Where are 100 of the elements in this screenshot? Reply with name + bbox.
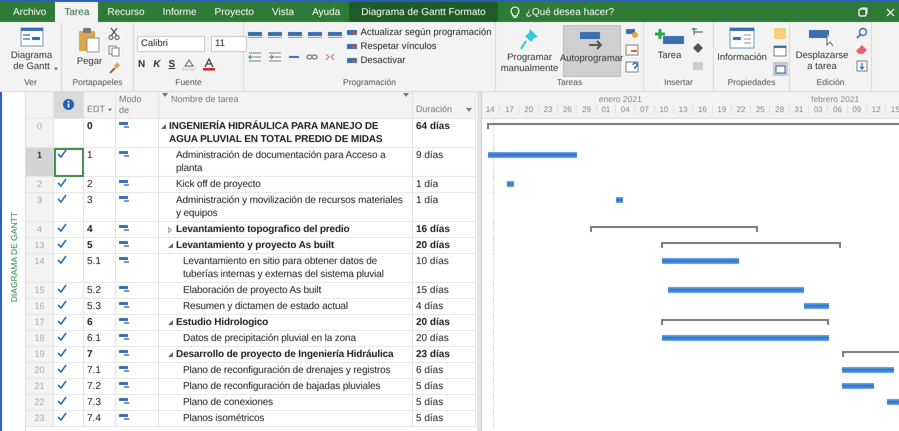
task-name: Kick off de proyecto	[176, 178, 261, 191]
duration-cell: 20 días	[413, 238, 476, 254]
scroll-to-task-button[interactable]: Desplazarse a tarea	[793, 25, 851, 74]
menu-tab[interactable]: Recurso	[98, 2, 154, 22]
menu-tab[interactable]: Tarea	[55, 2, 98, 22]
timeline-icon[interactable]	[772, 62, 788, 76]
percent-complete-icon[interactable]	[328, 31, 342, 40]
insert-task-button[interactable]: Tarea	[652, 25, 686, 63]
collapse-triangle-icon[interactable]	[168, 352, 173, 357]
schedule-action-button[interactable]: Desactivar	[360, 55, 406, 66]
filter-caret-icon[interactable]	[466, 108, 472, 112]
menu-tab[interactable]: Archivo	[4, 2, 56, 22]
collapse-triangle-icon[interactable]	[168, 320, 173, 325]
menu-tab[interactable]: Ayuda	[303, 2, 350, 22]
task-name: Resumen y dictamen de estado actual	[183, 300, 348, 313]
day-label: 07	[635, 105, 655, 114]
collapse-triangle-icon[interactable]	[168, 243, 173, 248]
day-label: 12	[866, 105, 886, 114]
duration-cell: 9 días	[413, 148, 476, 177]
menu-tab[interactable]: Vista	[263, 2, 304, 22]
outdent-icon[interactable]	[248, 52, 262, 62]
schedule-action-button[interactable]: Respetar vínculos	[360, 41, 437, 52]
day-label: 17	[500, 105, 520, 114]
schedule-action-icon	[346, 28, 358, 38]
scroll-to-task-icon	[808, 27, 836, 47]
menu-tab[interactable]: Proyecto	[206, 2, 263, 22]
indent-icon[interactable]	[268, 52, 282, 62]
row-number[interactable]: 1	[26, 148, 54, 177]
schedule-mode-button[interactable]: Programar manualmente	[500, 25, 558, 77]
task-name: Estudio Hidrologico	[176, 316, 268, 329]
task-name: Elaboración de proyecto As built	[183, 284, 322, 297]
eraser-icon[interactable]	[855, 44, 868, 55]
wbs-cell: 1	[84, 148, 116, 177]
column-header: Nombre de tarea	[171, 93, 239, 106]
auto-schedule-icon	[578, 29, 604, 51]
day-label: 19	[712, 105, 732, 114]
header-cell[interactable]: Duración	[413, 92, 476, 119]
filter-caret-icon[interactable]	[108, 108, 112, 112]
day-label: 01	[596, 105, 616, 114]
gantt-view-button[interactable]: Diagrama de Gantt	[3, 25, 60, 74]
column-header: Modo de	[119, 94, 141, 116]
search-icon[interactable]	[856, 27, 868, 39]
schedule-action-button[interactable]: Actualizar según programación	[360, 27, 492, 38]
bold-button[interactable]: N	[137, 58, 146, 70]
percent-complete-icon[interactable]	[288, 31, 302, 40]
group-label: Fuente	[174, 77, 203, 89]
schedule-action-icon	[346, 56, 358, 66]
auto-schedule-icon	[119, 196, 130, 203]
auto-schedule-icon	[119, 225, 130, 232]
duration-cell: 20 días	[413, 331, 476, 347]
tell-me-field[interactable]: ¿Qué desea hacer?	[524, 2, 638, 22]
header-cell[interactable]: EDT	[84, 92, 116, 119]
percent-complete-icon[interactable]	[248, 31, 262, 40]
font-size-field[interactable]: 11	[211, 36, 247, 52]
menu-tab[interactable]: Diagrama de Gantt Formato	[349, 2, 498, 22]
duration-cell: 1 día	[413, 193, 476, 222]
group-label: Portapapeles	[71, 77, 124, 89]
restore-icon[interactable]	[858, 7, 868, 17]
underline-button[interactable]: S	[167, 58, 176, 70]
collapse-triangle-icon[interactable]	[161, 124, 166, 129]
wbs-cell: 6.1	[84, 331, 116, 347]
brush-icon[interactable]	[108, 62, 120, 74]
wbs-cell: 7.3	[84, 395, 116, 411]
cut-icon[interactable]	[108, 27, 120, 40]
duration-cell: 20 días	[413, 315, 476, 331]
task-name: Levantamiento y proyecto As built	[176, 239, 334, 252]
font-color-icon[interactable]	[202, 58, 216, 70]
day-label: 25	[751, 105, 770, 114]
duration-cell: 4 días	[413, 299, 476, 315]
wbs-cell: 7.2	[84, 379, 116, 395]
auto-schedule-icon	[119, 318, 130, 325]
close-icon[interactable]	[886, 8, 895, 16]
wbs-cell: 5.2	[84, 283, 116, 299]
percent-complete-icon[interactable]	[268, 31, 282, 40]
duration-cell: 15 días	[413, 283, 476, 299]
pin-icon	[520, 28, 540, 50]
task-name: Administración y movilización de recursos materiales y equipos	[176, 194, 404, 220]
header-cell[interactable]: Nombre de tarea	[159, 92, 413, 119]
fill-down-icon[interactable]	[856, 60, 868, 72]
wbs-cell: 6	[84, 315, 116, 331]
paste-button[interactable]: Pegar	[74, 25, 104, 69]
day-label: 29	[577, 105, 597, 114]
italic-button[interactable]: K	[152, 58, 162, 70]
menu-tab[interactable]: Informe	[154, 2, 206, 22]
column-header: Duración	[416, 103, 452, 116]
header-cell[interactable]: Modo de	[116, 92, 159, 119]
gantt-chart-icon	[20, 27, 44, 47]
information-button[interactable]: Información	[715, 25, 769, 65]
unlink-icon[interactable]	[324, 52, 336, 62]
expand-triangle-icon[interactable]	[168, 226, 172, 232]
font-name-field[interactable]: Calibri	[137, 36, 205, 52]
percent-complete-icon[interactable]	[308, 31, 322, 40]
milestone-icon[interactable]	[692, 42, 704, 54]
check-icon	[57, 149, 67, 158]
link-icon[interactable]	[306, 52, 318, 62]
fill-color-icon[interactable]	[182, 58, 196, 70]
details-icon[interactable]	[773, 45, 788, 57]
copy-icon[interactable]	[108, 45, 120, 57]
dropdown-caret-icon[interactable]	[54, 67, 58, 71]
schedule-mode-button[interactable]: Autoprogramar	[562, 25, 620, 77]
